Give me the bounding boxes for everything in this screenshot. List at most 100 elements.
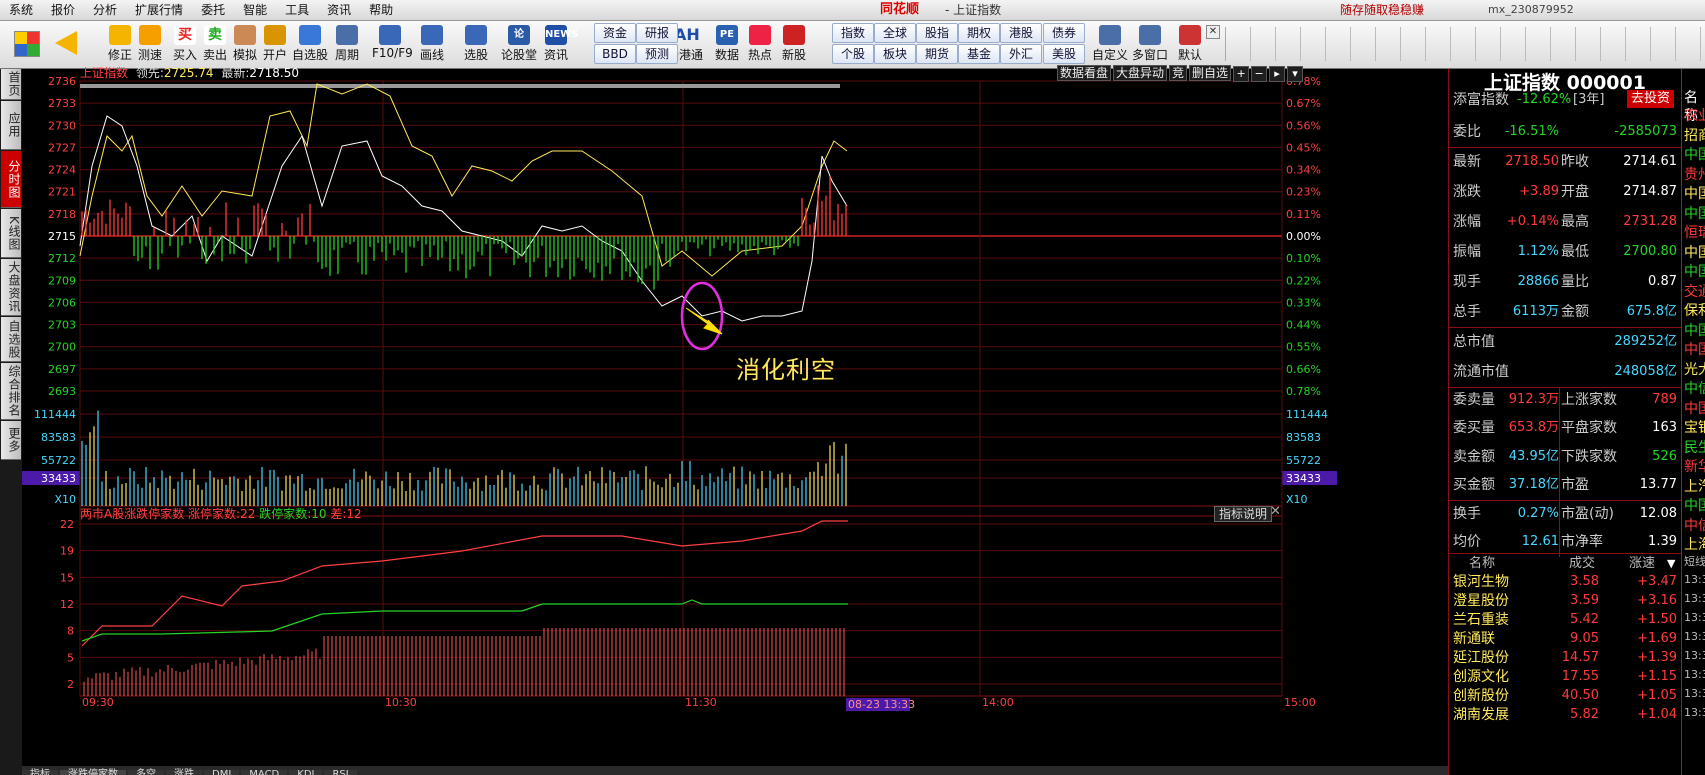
bottom-tab-5[interactable]: MACD <box>241 770 288 775</box>
close-drawing-tools-icon[interactable]: ✕ <box>1206 25 1220 39</box>
far-list-item[interactable]: 新华 <box>1684 458 1705 476</box>
far-list-item[interactable]: 光大 <box>1684 361 1705 379</box>
toolbar-button-11[interactable]: 论论股堂 <box>501 23 537 66</box>
quick-link-2-top[interactable]: 指数 <box>832 23 874 43</box>
chart-button-3[interactable]: 删自选 <box>1189 65 1232 81</box>
quick-link-5-bottom[interactable]: 基金 <box>958 44 1000 64</box>
table-row[interactable]: 延江股份 14.57 +1.39 <box>1449 649 1681 668</box>
back-arrow-icon[interactable] <box>55 31 77 55</box>
quick-link-7-bottom[interactable]: 美股 <box>1043 44 1085 64</box>
menu-item-3[interactable]: 扩展行情 <box>126 0 192 20</box>
far-list-item[interactable]: 中国 <box>1684 497 1705 515</box>
list-header-2[interactable]: 涨速 <box>1629 555 1655 573</box>
far-list-item[interactable]: 宝钢 <box>1684 419 1705 437</box>
menu-item-1[interactable]: 报价 <box>42 0 84 20</box>
table-row[interactable]: 银河生物 3.58 +3.47 <box>1449 573 1681 592</box>
quick-link-0-bottom[interactable]: BBD <box>594 44 636 64</box>
list-header-1[interactable]: 成交 <box>1569 555 1595 573</box>
list-header-0[interactable]: 名称 <box>1469 555 1495 573</box>
quick-link-6-bottom[interactable]: 外汇 <box>1000 44 1042 64</box>
far-list-item[interactable]: 中信 <box>1684 380 1705 398</box>
far-list-item[interactable]: 农业 <box>1684 107 1705 125</box>
toolbar-button-10[interactable]: 选股 <box>458 23 494 66</box>
far-list-item[interactable]: 贵州 <box>1684 166 1705 184</box>
table-row[interactable]: 创源文化 17.55 +1.15 <box>1449 668 1681 687</box>
menu-item-7[interactable]: 资讯 <box>318 0 360 20</box>
menu-item-0[interactable]: 系统 <box>0 0 42 20</box>
left-tab-1[interactable]: 应用 <box>1 101 21 150</box>
table-row[interactable]: 澄星股份 3.59 +3.16 <box>1449 592 1681 611</box>
quick-link-2-bottom[interactable]: 个股 <box>832 44 874 64</box>
chart-button-1[interactable]: 大盘异动 <box>1113 65 1168 81</box>
toolbar-button-7[interactable]: 周期 <box>329 23 365 66</box>
table-row[interactable]: 兰石重装 5.42 +1.50 <box>1449 611 1681 630</box>
far-list-item[interactable]: 上海 <box>1684 536 1705 554</box>
quick-link-4-top[interactable]: 股指 <box>916 23 958 43</box>
toolbar-button-17[interactable]: 自定义 <box>1092 23 1128 66</box>
far-list-item[interactable]: 中信 <box>1684 517 1705 535</box>
bottom-tab-3[interactable]: 涨跌 <box>166 770 202 775</box>
bottom-tab-6[interactable]: KDJ <box>289 770 323 775</box>
toolbar-button-19[interactable]: 默认 <box>1172 23 1208 66</box>
bottom-tab-1[interactable]: 涨跌停家数 <box>60 770 126 775</box>
toolbar-button-16[interactable]: 新股 <box>776 23 812 66</box>
menu-item-4[interactable]: 委托 <box>192 0 234 20</box>
user-id[interactable]: mx_230879952 <box>1488 0 1574 20</box>
quick-link-0-top[interactable]: 资金 <box>594 23 636 43</box>
close-icon[interactable]: ✕ <box>1270 504 1281 519</box>
invest-button[interactable]: 去投资 <box>1627 90 1675 108</box>
toolbar-button-15[interactable]: 热点 <box>742 23 778 66</box>
menu-item-5[interactable]: 智能 <box>234 0 276 20</box>
left-tab-6[interactable]: 综合排名 <box>1 363 21 420</box>
minus-icon[interactable]: − <box>1251 66 1268 82</box>
toolbar-button-1[interactable]: 测速 <box>132 23 168 66</box>
far-list-item[interactable]: 交通 <box>1684 283 1705 301</box>
toolbar-button-12[interactable]: NEWS 资讯 <box>538 23 578 66</box>
quick-link-7-top[interactable]: 债券 <box>1043 23 1085 43</box>
toolbar-button-8[interactable]: F10/F9 <box>372 23 413 66</box>
far-list-item[interactable]: 中国 <box>1684 205 1705 223</box>
next-icon[interactable]: ▸ <box>1269 66 1286 82</box>
quick-link-5-top[interactable]: 期权 <box>958 23 1000 43</box>
left-tab-2[interactable]: 分时图 <box>1 151 21 208</box>
promo-link[interactable]: 随存随取稳稳赚 <box>1340 0 1424 20</box>
bottom-tab-7[interactable]: RSI <box>324 770 357 775</box>
indicator-help-button[interactable]: 指标说明 <box>1214 506 1273 522</box>
far-list-item[interactable]: 中国 <box>1684 322 1705 340</box>
layout-grid-icon[interactable] <box>14 31 40 57</box>
quick-link-3-bottom[interactable]: 板块 <box>874 44 916 64</box>
far-list-item[interactable]: 上汽 <box>1684 478 1705 496</box>
table-row[interactable]: 新通联 9.05 +1.69 <box>1449 630 1681 649</box>
quick-link-3-top[interactable]: 全球 <box>874 23 916 43</box>
toolbar-button-14[interactable]: PE 数据 <box>709 23 745 66</box>
sort-down-icon[interactable]: ▼ <box>1667 555 1675 573</box>
toolbar-button-18[interactable]: 多窗口 <box>1132 23 1168 66</box>
toolbar-button-5[interactable]: 开户 <box>257 23 293 66</box>
far-list-item[interactable]: 中国 <box>1684 400 1705 418</box>
left-tab-3[interactable]: K线图 <box>1 209 21 258</box>
far-list-item[interactable]: 民生 <box>1684 439 1705 457</box>
quick-link-1-top[interactable]: 研报 <box>636 23 678 43</box>
drawing-tools-strip[interactable] <box>1225 27 1704 61</box>
quick-link-4-bottom[interactable]: 期货 <box>916 44 958 64</box>
table-row[interactable]: 创新股份 40.50 +1.05 <box>1449 687 1681 706</box>
chart-button-0[interactable]: 数据看盘 <box>1057 65 1112 81</box>
left-tab-4[interactable]: 大盘资讯 <box>1 259 21 316</box>
quick-link-6-top[interactable]: 港股 <box>1000 23 1042 43</box>
chart-button-2[interactable]: 竞 <box>1169 65 1188 81</box>
menu-item-6[interactable]: 工具 <box>276 0 318 20</box>
far-list-item[interactable]: 中国 <box>1684 341 1705 359</box>
far-list-item[interactable]: 中国 <box>1684 146 1705 164</box>
table-row[interactable]: 湖南发展 5.82 +1.04 <box>1449 706 1681 725</box>
toolbar-button-6[interactable]: 自选股 <box>292 23 328 66</box>
menu-item-8[interactable]: 帮助 <box>360 0 402 20</box>
left-tab-7[interactable]: 更多 <box>1 421 21 460</box>
dropdown-icon[interactable]: ▾ <box>1287 66 1304 82</box>
left-tab-0[interactable]: 首页 <box>1 69 21 100</box>
toolbar-button-9[interactable]: 画线 <box>414 23 450 66</box>
plus-icon[interactable]: + <box>1233 66 1250 82</box>
left-tab-5[interactable]: 自选股 <box>1 317 21 362</box>
far-list-item[interactable]: 中国 <box>1684 244 1705 262</box>
far-list-item[interactable]: 中国 <box>1684 263 1705 281</box>
quick-link-1-bottom[interactable]: 预测 <box>636 44 678 64</box>
